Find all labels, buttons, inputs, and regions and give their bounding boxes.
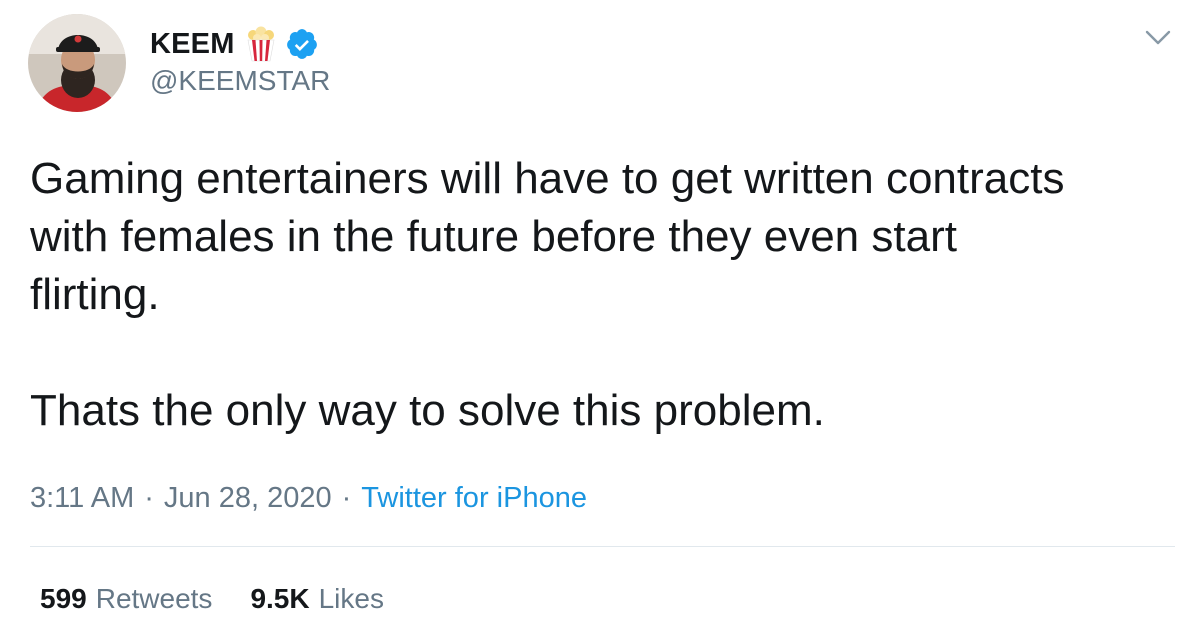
- likes-count: 9.5K: [250, 583, 310, 614]
- retweets-count: 599: [40, 583, 87, 614]
- tweet-text: Gaming entertainers will have to get wri…: [30, 154, 1065, 435]
- tweet-source-link[interactable]: Twitter for iPhone: [361, 482, 587, 514]
- popcorn-icon: [244, 26, 278, 62]
- tweet-time[interactable]: 3:11 AM: [30, 482, 134, 514]
- chevron-down-icon[interactable]: [1144, 28, 1172, 48]
- tweet-stats: 599 Retweets 9.5K Likes: [40, 580, 384, 618]
- author-handle[interactable]: @KEEMSTAR: [150, 63, 330, 99]
- verified-badge-icon: [285, 27, 319, 61]
- avatar[interactable]: [28, 14, 126, 112]
- profile-photo: [28, 14, 126, 112]
- retweets-stat[interactable]: 599 Retweets: [40, 583, 212, 614]
- author-name-row[interactable]: KEEM: [150, 24, 319, 64]
- meta-separator: ·: [341, 482, 352, 514]
- tweet-card: KEEM @KEEMSTAR Gaming entertainers will …: [0, 0, 1200, 639]
- tweet-meta: 3:11 AM · Jun 28, 2020 · Twitter for iPhone: [30, 478, 587, 518]
- tweet-date[interactable]: Jun 28, 2020: [164, 482, 332, 514]
- likes-stat[interactable]: 9.5K Likes: [250, 583, 384, 614]
- retweets-label: Retweets: [95, 583, 213, 614]
- author-display-name[interactable]: KEEM: [150, 24, 235, 64]
- likes-label: Likes: [318, 583, 384, 614]
- divider: [30, 546, 1175, 547]
- meta-separator: ·: [144, 482, 154, 514]
